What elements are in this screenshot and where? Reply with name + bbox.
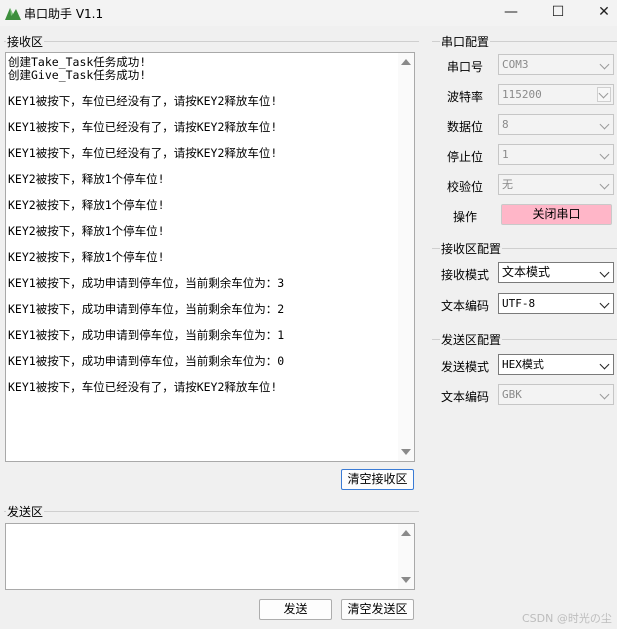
window-title: 串口助手 V1.1: [24, 7, 104, 21]
receive-line: KEY1被按下，成功申请到停车位，当前剩余车位为：2: [8, 302, 285, 316]
parity-value: 无: [502, 178, 513, 191]
baud-dropdown-button[interactable]: [597, 87, 611, 102]
scroll-down-icon[interactable]: [401, 449, 411, 455]
chevron-down-icon: [599, 59, 610, 70]
baud-select[interactable]: 115200: [498, 84, 614, 105]
chevron-down-icon: [599, 389, 610, 400]
serial-config-title: 串口配置: [440, 33, 491, 50]
send-encoding-select[interactable]: GBK: [498, 384, 614, 405]
close-port-button[interactable]: 关闭串口: [501, 204, 612, 225]
receive-line: KEY1被按下，车位已经没有了，请按KEY2释放车位!: [8, 120, 278, 134]
scroll-up-icon[interactable]: [401, 530, 411, 536]
parity-select[interactable]: 无: [498, 174, 614, 195]
clear-send-button[interactable]: 清空发送区: [341, 599, 414, 620]
operation-label: 操作: [453, 210, 478, 224]
close-window-button[interactable]: ✕: [581, 0, 617, 26]
receive-group-title: 接收区: [6, 33, 45, 50]
scroll-down-icon[interactable]: [401, 577, 411, 583]
receive-line: KEY1被按下，车位已经没有了，请按KEY2释放车位!: [8, 146, 278, 160]
send-button[interactable]: 发送: [259, 599, 332, 620]
receive-line: KEY2被按下，释放1个停车位!: [8, 198, 165, 212]
send-mode-value: HEX模式: [502, 358, 544, 371]
receive-scrollbar[interactable]: [398, 53, 414, 461]
send-textarea[interactable]: [5, 523, 415, 590]
receive-line: KEY1被按下，成功申请到停车位，当前剩余车位为：0: [8, 354, 285, 368]
send-config-title: 发送区配置: [440, 331, 503, 348]
stopbits-select[interactable]: 1: [498, 144, 614, 165]
title-bar: 串口助手 V1.1 — ☐ ✕: [0, 0, 617, 26]
chevron-down-icon: [599, 298, 610, 309]
maximize-button[interactable]: ☐: [535, 0, 581, 26]
databits-value: 8: [502, 118, 509, 131]
receive-line: 创建Give_Task任务成功!: [8, 68, 147, 82]
parity-label: 校验位: [447, 180, 484, 194]
receive-line: KEY2被按下，释放1个停车位!: [8, 224, 165, 238]
chevron-down-icon: [599, 119, 610, 130]
port-label: 串口号: [447, 60, 484, 74]
chevron-down-icon: [599, 149, 610, 160]
databits-label: 数据位: [447, 120, 484, 134]
chevron-down-icon: [599, 179, 610, 190]
receive-line: KEY1被按下，成功申请到停车位，当前剩余车位为：3: [8, 276, 285, 290]
receive-mode-select[interactable]: 文本模式: [498, 262, 614, 283]
receive-group-line: [4, 41, 419, 42]
receive-encoding-value: UTF-8: [502, 297, 536, 310]
app-logo-icon: [5, 8, 21, 20]
send-encoding-label: 文本编码: [441, 390, 490, 404]
send-group-title: 发送区: [6, 503, 45, 520]
receive-line: KEY1被按下，成功申请到停车位，当前剩余车位为：1: [8, 328, 285, 342]
send-scrollbar[interactable]: [398, 524, 414, 589]
baud-label: 波特率: [447, 90, 484, 104]
receive-line: KEY1被按下，车位已经没有了，请按KEY2释放车位!: [8, 380, 278, 394]
receive-text-content: 创建Take_Task任务成功! 创建Give_Task任务成功! KEY1被按下，…: [8, 56, 396, 394]
receive-textarea[interactable]: 创建Take_Task任务成功! 创建Give_Task任务成功! KEY1被按下，…: [5, 52, 415, 462]
clear-receive-button[interactable]: 清空接收区: [341, 469, 414, 490]
baud-value: 115200: [502, 88, 542, 101]
scroll-up-icon[interactable]: [401, 59, 411, 65]
stopbits-value: 1: [502, 148, 509, 161]
receive-encoding-select[interactable]: UTF-8: [498, 293, 614, 314]
receive-line: KEY2被按下，释放1个停车位!: [8, 250, 165, 264]
chevron-down-icon: [599, 359, 610, 370]
stopbits-label: 停止位: [447, 150, 484, 164]
receive-mode-label: 接收模式: [441, 268, 490, 282]
chevron-down-icon: [599, 267, 610, 278]
port-select[interactable]: COM3: [498, 54, 614, 75]
receive-line: KEY1被按下，车位已经没有了，请按KEY2释放车位!: [8, 94, 278, 108]
receive-encoding-label: 文本编码: [441, 299, 490, 313]
send-encoding-value: GBK: [502, 388, 522, 401]
send-group-line: [4, 511, 419, 512]
databits-select[interactable]: 8: [498, 114, 614, 135]
receive-line: KEY2被按下，释放1个停车位!: [8, 172, 165, 186]
send-mode-label: 发送模式: [441, 360, 490, 374]
chevron-down-icon: [598, 88, 609, 99]
receive-config-title: 接收区配置: [440, 240, 503, 257]
watermark: CSDN @时光の尘: [522, 612, 612, 625]
send-mode-select[interactable]: HEX模式: [498, 354, 614, 375]
minimize-button[interactable]: —: [488, 0, 534, 26]
port-value: COM3: [502, 58, 529, 71]
receive-mode-value: 文本模式: [502, 265, 551, 279]
